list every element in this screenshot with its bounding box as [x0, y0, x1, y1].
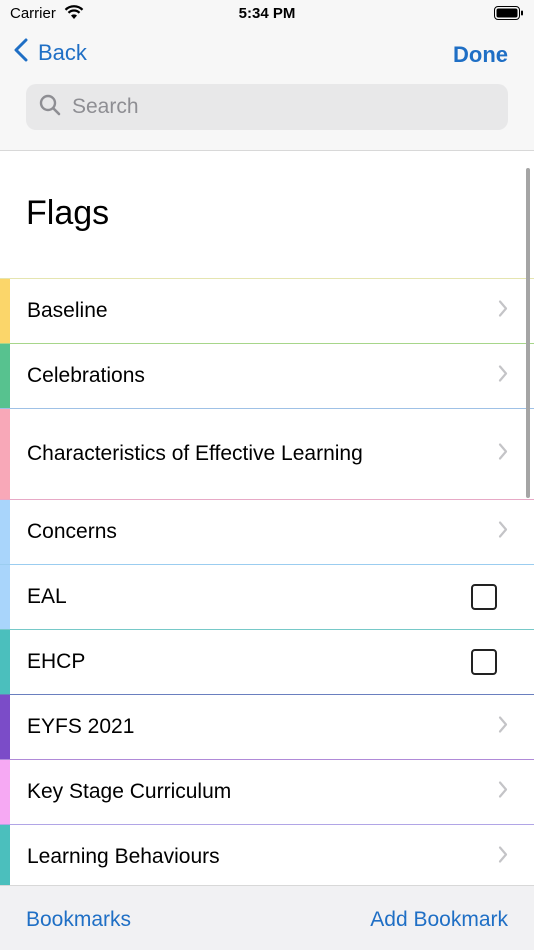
status-bar: Carrier 5:34 PM [0, 0, 534, 30]
chevron-right-icon [498, 443, 508, 466]
list-item[interactable]: EHCP [0, 630, 534, 695]
navigation-header: Carrier 5:34 PM Back Done Search [0, 0, 534, 151]
chevron-right-icon [498, 300, 508, 323]
flag-color-stripe [0, 565, 10, 629]
flag-color-stripe [0, 279, 10, 343]
list-item-label: Key Stage Curriculum [27, 780, 232, 803]
list-item[interactable]: Key Stage Curriculum [0, 760, 534, 825]
back-label: Back [38, 40, 87, 65]
scrollbar[interactable] [526, 168, 530, 498]
flag-color-stripe [0, 825, 10, 889]
list-item[interactable]: Learning Behaviours [0, 825, 534, 890]
chevron-right-icon [498, 365, 508, 388]
list-item[interactable]: EYFS 2021 [0, 695, 534, 760]
list-item[interactable]: Concerns [0, 500, 534, 565]
flag-color-stripe [0, 760, 10, 824]
list-item-label: Celebrations [27, 364, 145, 387]
list-item[interactable]: Characteristics of Effective Learning [0, 409, 534, 500]
chevron-right-icon [498, 521, 508, 544]
flag-color-stripe [0, 500, 10, 564]
list-item-label: Concerns [27, 520, 117, 543]
list-item[interactable]: EAL [0, 565, 534, 630]
status-time: 5:34 PM [238, 5, 296, 22]
search-input[interactable] [70, 94, 494, 120]
list-item[interactable]: Baseline [0, 278, 534, 344]
search-field[interactable] [26, 84, 508, 130]
flag-color-stripe [0, 344, 10, 408]
add-bookmark-button[interactable]: Add Bookmark [370, 908, 508, 932]
chevron-right-icon [498, 716, 508, 739]
flag-color-stripe [0, 409, 10, 499]
list-item-label: EAL [27, 585, 67, 608]
bookmarks-button[interactable]: Bookmarks [26, 908, 131, 932]
flag-color-stripe [0, 630, 10, 694]
checkbox[interactable] [471, 584, 497, 610]
flag-color-stripe [0, 695, 10, 759]
search-icon [26, 93, 62, 122]
back-button[interactable]: Back [14, 38, 87, 68]
battery-icon [494, 6, 524, 25]
list-item-label: EYFS 2021 [27, 715, 135, 738]
chevron-right-icon [498, 781, 508, 804]
flags-list: Baseline Celebrations Characteristics of E… [0, 278, 534, 890]
done-button[interactable]: Done [453, 42, 508, 68]
checkbox[interactable] [471, 649, 497, 675]
chevron-left-icon [14, 38, 38, 68]
list-item-label: Baseline [27, 299, 108, 322]
list-item[interactable]: Celebrations [0, 344, 534, 409]
list-item-label: EHCP [27, 650, 86, 673]
list-item-label: Characteristics of Effective Learning [27, 442, 363, 465]
bottom-toolbar: Bookmarks Add Bookmark [0, 885, 534, 950]
page-title: Flags [26, 194, 110, 232]
chevron-right-icon [498, 846, 508, 869]
list-item-label: Learning Behaviours [27, 845, 220, 868]
nav-bar: Back Done [0, 30, 534, 78]
